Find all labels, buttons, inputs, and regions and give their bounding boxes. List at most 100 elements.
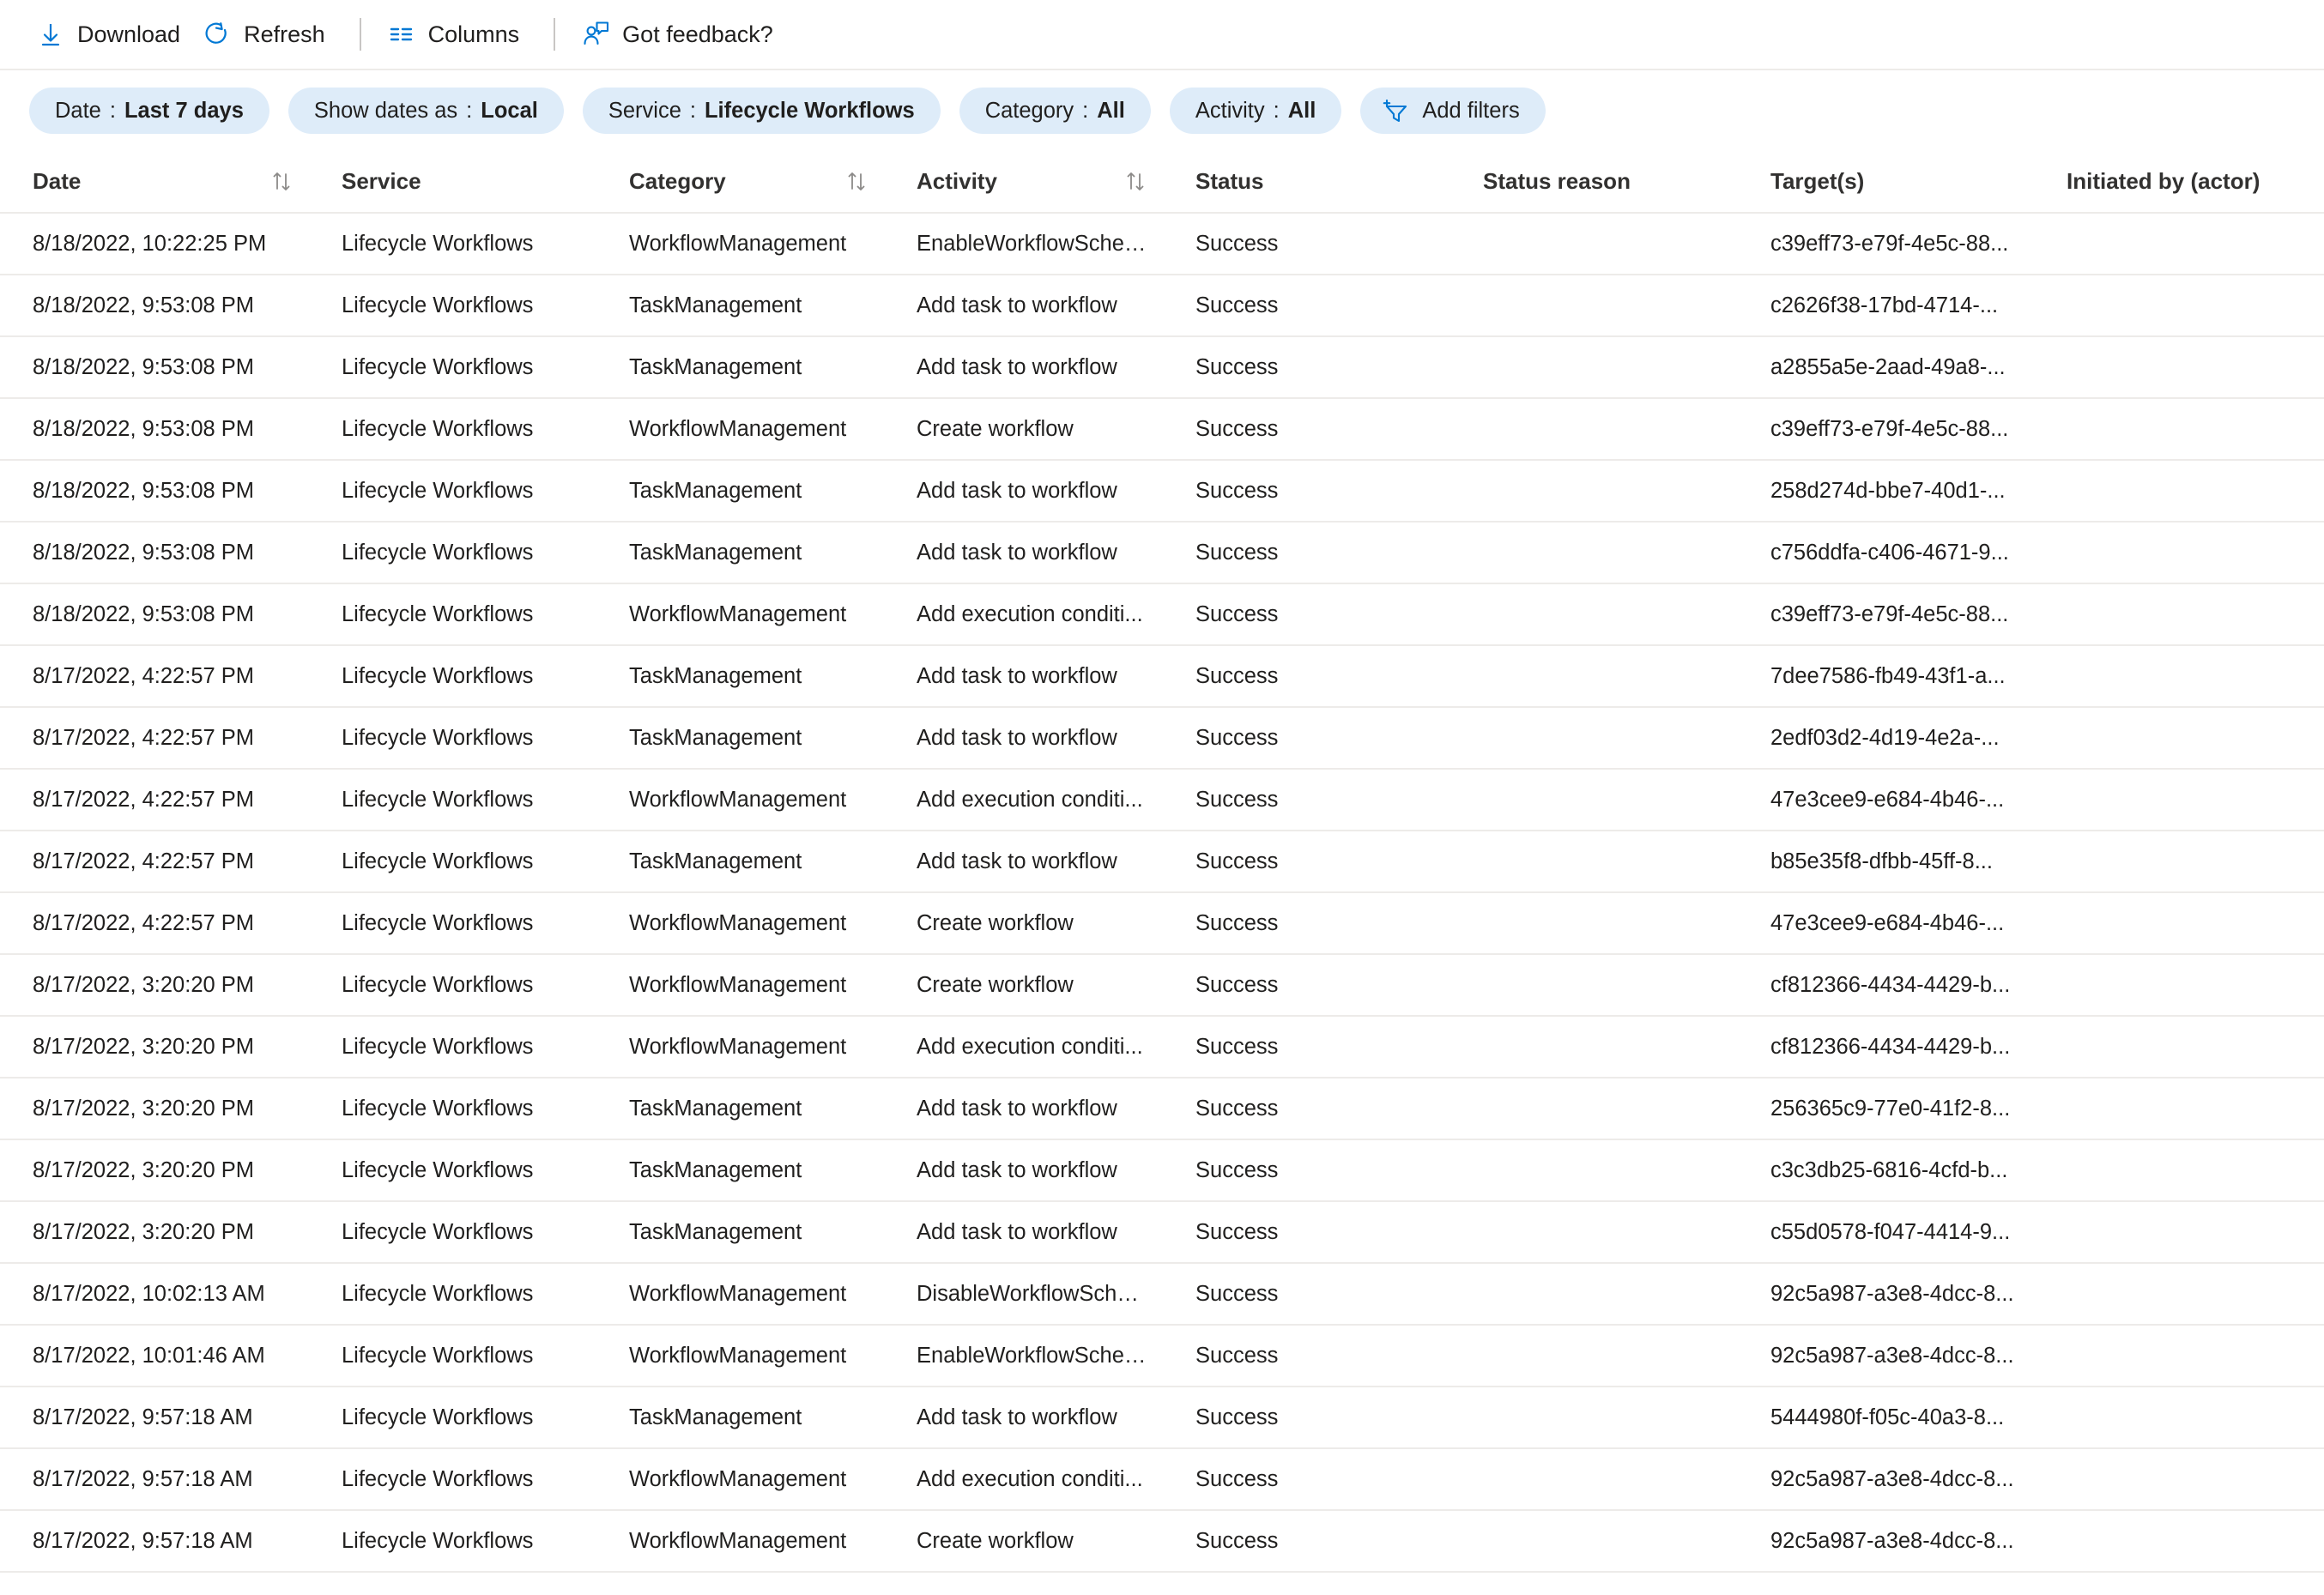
cell-status_reason[interactable] [1450, 398, 1738, 461]
cell-category[interactable]: TaskManagement [596, 1387, 884, 1449]
cell-targets[interactable]: c3c3db25-6816-4cfd-b... [1738, 1139, 2034, 1202]
cell-activity[interactable]: Add task to workflow [884, 1387, 1163, 1449]
cell-status_reason[interactable] [1450, 892, 1738, 955]
cell-date[interactable]: 8/18/2022, 9:53:08 PM [0, 460, 309, 523]
cell-category[interactable]: TaskManagement [596, 275, 884, 337]
cell-date[interactable]: 8/17/2022, 4:22:57 PM [0, 769, 309, 831]
cell-targets[interactable]: cf812366-4434-4429-b... [1738, 1016, 2034, 1078]
cell-service[interactable]: Lifecycle Workflows [309, 583, 596, 646]
cell-status[interactable]: Success [1163, 1139, 1450, 1202]
cell-service[interactable]: Lifecycle Workflows [309, 398, 596, 461]
cell-actor[interactable] [2034, 892, 2324, 955]
cell-date[interactable]: 8/17/2022, 3:20:20 PM [0, 954, 309, 1017]
column-header-date[interactable]: Date [0, 151, 309, 214]
cell-status_reason[interactable] [1450, 213, 1738, 275]
cell-category[interactable]: WorkflowManagement [596, 954, 884, 1017]
cell-targets[interactable]: c2626f38-17bd-4714-... [1738, 275, 2034, 337]
cell-service[interactable]: Lifecycle Workflows [309, 460, 596, 523]
cell-actor[interactable] [2034, 275, 2324, 337]
cell-targets[interactable]: c39eff73-e79f-4e5c-88... [1738, 583, 2034, 646]
cell-targets[interactable]: c39eff73-e79f-4e5c-88... [1738, 213, 2034, 275]
cell-status[interactable]: Success [1163, 1201, 1450, 1264]
column-header-targets[interactable]: Target(s) [1738, 151, 2034, 214]
filter-pill-service[interactable]: Service : Lifecycle Workflows [582, 88, 941, 134]
cell-status_reason[interactable] [1450, 1139, 1738, 1202]
cell-date[interactable]: 8/18/2022, 9:53:08 PM [0, 583, 309, 646]
cell-status[interactable]: Success [1163, 1387, 1450, 1449]
cell-status_reason[interactable] [1450, 1078, 1738, 1140]
cell-date[interactable]: 8/17/2022, 9:57:18 AM [0, 1448, 309, 1511]
cell-category[interactable]: TaskManagement [596, 1201, 884, 1264]
cell-targets[interactable]: 92c5a987-a3e8-4dcc-8... [1738, 1510, 2034, 1573]
cell-service[interactable]: Lifecycle Workflows [309, 522, 596, 584]
cell-actor[interactable] [2034, 1016, 2324, 1078]
cell-status[interactable]: Success [1163, 892, 1450, 955]
cell-status_reason[interactable] [1450, 769, 1738, 831]
download-button[interactable]: Download [29, 11, 196, 57]
cell-service[interactable]: Lifecycle Workflows [309, 1078, 596, 1140]
cell-status[interactable]: Success [1163, 1016, 1450, 1078]
cell-status[interactable]: Success [1163, 336, 1450, 399]
filter-pill-activity[interactable]: Activity : All [1169, 88, 1342, 134]
cell-status_reason[interactable] [1450, 831, 1738, 893]
cell-category[interactable]: WorkflowManagement [596, 398, 884, 461]
table-row[interactable]: 8/17/2022, 9:57:18 AM Lifecycle Workflows… [0, 1448, 2324, 1511]
cell-targets[interactable]: 2edf03d2-4d19-4e2a-... [1738, 707, 2034, 770]
columns-button[interactable]: Columns [380, 11, 536, 57]
cell-status_reason[interactable] [1450, 336, 1738, 399]
cell-targets[interactable]: 7dee7586-fb49-43f1-a... [1738, 645, 2034, 708]
cell-activity[interactable]: Add task to workflow [884, 1078, 1163, 1140]
column-header-category[interactable]: Category [596, 151, 884, 214]
cell-targets[interactable]: 92c5a987-a3e8-4dcc-8... [1738, 1325, 2034, 1387]
table-row[interactable]: 8/17/2022, 3:20:20 PM Lifecycle Workflows… [0, 1078, 2324, 1140]
cell-service[interactable]: Lifecycle Workflows [309, 1448, 596, 1511]
table-row[interactable]: 8/17/2022, 4:22:57 PM Lifecycle Workflows… [0, 769, 2324, 831]
cell-date[interactable]: 8/18/2022, 9:53:08 PM [0, 275, 309, 337]
cell-date[interactable]: 8/17/2022, 3:20:20 PM [0, 1016, 309, 1078]
cell-status[interactable]: Success [1163, 398, 1450, 461]
table-row[interactable]: 8/17/2022, 4:22:57 PM Lifecycle Workflows… [0, 707, 2324, 770]
cell-date[interactable]: 8/18/2022, 9:53:08 PM [0, 522, 309, 584]
cell-actor[interactable] [2034, 769, 2324, 831]
table-row[interactable]: 8/18/2022, 9:53:08 PM Lifecycle Workflows… [0, 275, 2324, 337]
cell-activity[interactable]: Add execution conditi... [884, 1016, 1163, 1078]
cell-service[interactable]: Lifecycle Workflows [309, 1016, 596, 1078]
cell-activity[interactable]: Add task to workflow [884, 336, 1163, 399]
cell-service[interactable]: Lifecycle Workflows [309, 954, 596, 1017]
cell-date[interactable]: 8/18/2022, 10:22:25 PM [0, 213, 309, 275]
cell-date[interactable]: 8/18/2022, 9:53:08 PM [0, 336, 309, 399]
cell-category[interactable]: TaskManagement [596, 645, 884, 708]
table-row[interactable]: 8/17/2022, 9:57:18 AM Lifecycle Workflows… [0, 1387, 2324, 1449]
table-row[interactable]: 8/17/2022, 10:01:46 AM Lifecycle Workflow… [0, 1325, 2324, 1387]
cell-category[interactable]: TaskManagement [596, 1139, 884, 1202]
cell-actor[interactable] [2034, 336, 2324, 399]
cell-actor[interactable] [2034, 522, 2324, 584]
table-row[interactable]: 8/18/2022, 9:53:08 PM Lifecycle Workflows… [0, 583, 2324, 646]
cell-actor[interactable] [2034, 583, 2324, 646]
cell-service[interactable]: Lifecycle Workflows [309, 275, 596, 337]
cell-date[interactable]: 8/18/2022, 9:53:08 PM [0, 398, 309, 461]
cell-service[interactable]: Lifecycle Workflows [309, 831, 596, 893]
table-row[interactable]: 8/17/2022, 10:02:13 AM Lifecycle Workflow… [0, 1263, 2324, 1326]
refresh-button[interactable]: Refresh [196, 11, 341, 57]
cell-status[interactable]: Success [1163, 583, 1450, 646]
cell-service[interactable]: Lifecycle Workflows [309, 645, 596, 708]
cell-status_reason[interactable] [1450, 645, 1738, 708]
cell-status_reason[interactable] [1450, 522, 1738, 584]
cell-service[interactable]: Lifecycle Workflows [309, 1510, 596, 1573]
cell-targets[interactable]: 5444980f-f05c-40a3-8... [1738, 1387, 2034, 1449]
cell-status_reason[interactable] [1450, 707, 1738, 770]
column-header-service[interactable]: Service [309, 151, 596, 214]
cell-activity[interactable]: Create workflow [884, 398, 1163, 461]
cell-targets[interactable]: 92c5a987-a3e8-4dcc-8... [1738, 1263, 2034, 1326]
cell-activity[interactable]: DisableWorkflowSched... [884, 1263, 1163, 1326]
table-row[interactable]: 8/18/2022, 9:53:08 PM Lifecycle Workflows… [0, 522, 2324, 584]
cell-service[interactable]: Lifecycle Workflows [309, 1201, 596, 1264]
cell-category[interactable]: TaskManagement [596, 707, 884, 770]
cell-actor[interactable] [2034, 1263, 2324, 1326]
cell-date[interactable]: 8/17/2022, 3:20:20 PM [0, 1201, 309, 1264]
cell-category[interactable]: WorkflowManagement [596, 1325, 884, 1387]
cell-category[interactable]: TaskManagement [596, 831, 884, 893]
cell-actor[interactable] [2034, 645, 2324, 708]
cell-activity[interactable]: Add execution conditi... [884, 583, 1163, 646]
